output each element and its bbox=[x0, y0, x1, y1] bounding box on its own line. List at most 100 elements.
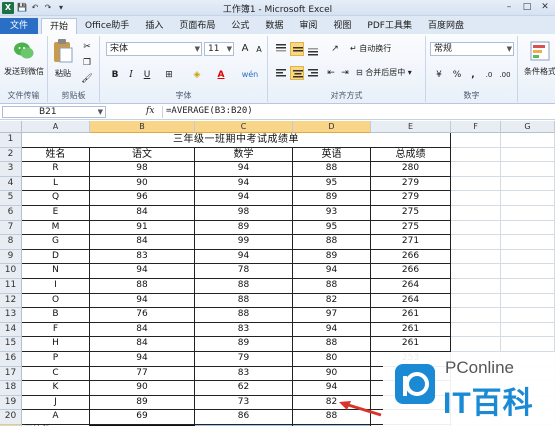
row-header[interactable]: 12 bbox=[0, 293, 22, 309]
empty-cell[interactable] bbox=[501, 235, 555, 250]
empty-cell[interactable] bbox=[501, 279, 555, 294]
font-color-button[interactable]: A bbox=[214, 68, 228, 82]
table-cell[interactable]: 89 bbox=[195, 220, 293, 236]
row-header[interactable]: 1 bbox=[0, 133, 22, 148]
row-header[interactable]: 14 bbox=[0, 322, 22, 338]
table-cell[interactable]: 90 bbox=[90, 381, 195, 396]
table-cell[interactable]: 88 bbox=[293, 162, 371, 177]
cut-icon[interactable]: ✂ bbox=[80, 40, 94, 54]
align-center-icon[interactable] bbox=[290, 66, 304, 80]
underline-button[interactable]: U bbox=[140, 68, 154, 82]
table-cell[interactable]: 77 bbox=[90, 366, 195, 382]
empty-cell[interactable] bbox=[501, 191, 555, 206]
table-cell[interactable]: 88 bbox=[293, 235, 371, 250]
wrap-text-button[interactable]: ↵ 自动换行 bbox=[350, 42, 391, 56]
copy-icon[interactable]: ❐ bbox=[80, 56, 94, 70]
table-cell[interactable]: E bbox=[22, 206, 90, 221]
empty-cell[interactable] bbox=[501, 176, 555, 192]
column-header-f[interactable]: F bbox=[451, 121, 501, 133]
table-cell[interactable]: 89 bbox=[293, 249, 371, 265]
table-cell[interactable]: 90 bbox=[293, 366, 371, 382]
conditional-formatting-button[interactable]: 条件格式 bbox=[520, 40, 555, 77]
column-header-d[interactable]: D bbox=[293, 121, 371, 133]
align-middle-icon[interactable] bbox=[290, 42, 304, 56]
font-name-select[interactable]: 宋体 ▼ bbox=[106, 42, 202, 56]
table-cell[interactable]: 83 bbox=[90, 249, 195, 265]
table-cell[interactable]: 95 bbox=[293, 176, 371, 192]
row-header[interactable]: 11 bbox=[0, 279, 22, 294]
empty-cell[interactable] bbox=[451, 249, 501, 265]
table-cell[interactable]: 78 bbox=[195, 264, 293, 279]
sheet-title-cell[interactable]: 三年级一班期中考试成绩单 bbox=[22, 133, 451, 148]
empty-cell[interactable] bbox=[501, 337, 555, 352]
table-cell[interactable]: 94 bbox=[90, 293, 195, 309]
row-header[interactable]: 5 bbox=[0, 191, 22, 206]
table-cell[interactable]: J bbox=[22, 395, 90, 411]
row-header[interactable]: 15 bbox=[0, 337, 22, 352]
table-cell[interactable]: 79 bbox=[195, 352, 293, 367]
table-cell[interactable]: 94 bbox=[195, 249, 293, 265]
empty-cell[interactable] bbox=[501, 308, 555, 323]
table-cell[interactable]: B bbox=[22, 308, 90, 323]
table-cell[interactable]: 84 bbox=[90, 235, 195, 250]
table-cell[interactable]: 95 bbox=[293, 220, 371, 236]
table-cell[interactable]: 94 bbox=[195, 162, 293, 177]
table-cell[interactable]: 82 bbox=[293, 293, 371, 309]
empty-cell[interactable] bbox=[451, 133, 501, 148]
number-format-select[interactable]: 常规 ▼ bbox=[430, 42, 514, 56]
table-cell[interactable]: 279 bbox=[371, 176, 451, 192]
table-cell[interactable]: 280 bbox=[371, 162, 451, 177]
shrink-font-button[interactable]: A bbox=[252, 43, 266, 57]
empty-cell[interactable] bbox=[451, 293, 501, 309]
tab-baidu-netdisk[interactable]: 百度网盘 bbox=[420, 18, 472, 34]
empty-cell[interactable] bbox=[451, 308, 501, 323]
row-header[interactable]: 10 bbox=[0, 264, 22, 279]
table-cell[interactable]: 83 bbox=[195, 366, 293, 382]
empty-cell[interactable] bbox=[501, 133, 555, 148]
table-cell[interactable]: 94 bbox=[293, 322, 371, 338]
align-bottom-icon[interactable] bbox=[306, 42, 320, 56]
empty-cell[interactable] bbox=[501, 293, 555, 309]
empty-cell[interactable] bbox=[451, 206, 501, 221]
empty-cell[interactable] bbox=[501, 206, 555, 221]
table-cell[interactable]: 99 bbox=[195, 235, 293, 250]
column-header-c[interactable]: C bbox=[195, 121, 293, 133]
percent-button[interactable]: % bbox=[450, 68, 464, 82]
formula-input[interactable]: =AVERAGE(B3:B20) bbox=[162, 106, 552, 118]
row-header[interactable]: 13 bbox=[0, 308, 22, 323]
column-header-g[interactable]: G bbox=[501, 121, 555, 133]
table-cell[interactable]: 94 bbox=[293, 381, 371, 396]
row-header[interactable]: 20 bbox=[0, 410, 22, 425]
align-top-icon[interactable] bbox=[274, 42, 288, 56]
table-cell[interactable]: P bbox=[22, 352, 90, 367]
table-cell[interactable]: G bbox=[22, 235, 90, 250]
table-cell[interactable]: 264 bbox=[371, 293, 451, 309]
empty-cell[interactable] bbox=[451, 279, 501, 294]
paste-button[interactable]: 粘贴 bbox=[51, 38, 75, 79]
table-cell[interactable]: 84 bbox=[90, 322, 195, 338]
table-cell[interactable]: 90 bbox=[90, 176, 195, 192]
fill-color-icon[interactable]: ◈ bbox=[190, 68, 204, 82]
orientation-icon[interactable]: ↗ bbox=[328, 42, 342, 56]
table-cell[interactable]: 261 bbox=[371, 337, 451, 352]
table-cell[interactable]: 264 bbox=[371, 279, 451, 294]
table-cell[interactable]: Q bbox=[22, 191, 90, 206]
empty-cell[interactable] bbox=[451, 191, 501, 206]
table-cell[interactable]: 89 bbox=[293, 191, 371, 206]
table-cell[interactable]: 94 bbox=[195, 176, 293, 192]
comma-style-button[interactable]: , bbox=[466, 68, 480, 82]
minimize-button[interactable]: – bbox=[501, 1, 517, 13]
table-cell[interactable]: 89 bbox=[195, 337, 293, 352]
row-header[interactable]: 17 bbox=[0, 366, 22, 382]
align-right-icon[interactable] bbox=[306, 66, 320, 80]
empty-cell[interactable] bbox=[501, 249, 555, 265]
empty-cell[interactable] bbox=[501, 162, 555, 177]
table-cell[interactable]: N bbox=[22, 264, 90, 279]
row-header[interactable]: 18 bbox=[0, 381, 22, 396]
tab-office-assistant[interactable]: Office助手 bbox=[77, 18, 137, 34]
row-header[interactable]: 16 bbox=[0, 352, 22, 367]
table-cell[interactable]: L bbox=[22, 176, 90, 192]
table-cell[interactable]: 94 bbox=[90, 352, 195, 367]
table-cell[interactable]: M bbox=[22, 220, 90, 236]
row-header[interactable]: 9 bbox=[0, 249, 22, 265]
